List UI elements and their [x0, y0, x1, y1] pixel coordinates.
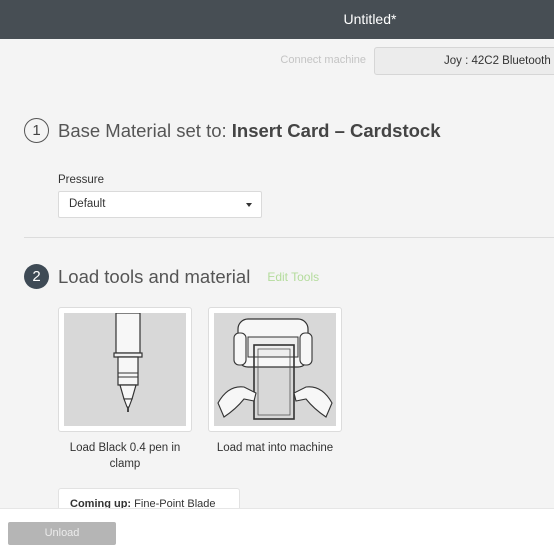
bottom-bar: Unload: [0, 508, 554, 554]
window-title: Untitled*: [343, 11, 397, 27]
step-1-prefix: Base Material set to:: [58, 119, 227, 141]
section-divider: [24, 237, 554, 238]
pen-icon: [64, 313, 186, 426]
step-2-badge: 2: [24, 264, 49, 289]
step-2-title: Load tools and material: [58, 265, 251, 287]
base-material-name: Insert Card – Cardstock: [231, 119, 441, 141]
tool-card-pen: [58, 307, 192, 432]
step-1-title: Base Material set to: Insert Card – Card…: [58, 120, 441, 142]
unload-button[interactable]: Unload: [8, 522, 116, 545]
machine-mat-icon: [214, 313, 336, 426]
chevron-down-icon: [246, 203, 252, 207]
tool-caption-mat: Load mat into machine: [216, 442, 334, 454]
pressure-select[interactable]: Default: [58, 191, 262, 218]
tool-caption-pen: Load Black 0.4 pen in clamp: [69, 442, 181, 470]
connect-machine-row: Connect machine Joy : 42C2 Bluetooth: [0, 46, 554, 76]
step-1-badge: 1: [24, 118, 49, 143]
title-bar: Untitled*: [0, 0, 554, 39]
step-2-header: 2 Load tools and material Edit Tools: [24, 264, 319, 289]
step-1-header: 1 Base Material set to: Insert Card – Ca…: [24, 118, 441, 143]
connect-machine-label: Connect machine: [280, 54, 366, 66]
tool-card-mat: [208, 307, 342, 432]
pressure-value: Default: [69, 198, 106, 210]
pressure-label: Pressure: [58, 174, 105, 186]
edit-tools-link[interactable]: Edit Tools: [267, 270, 319, 284]
machine-select-button[interactable]: Joy : 42C2 Bluetooth: [374, 47, 554, 75]
